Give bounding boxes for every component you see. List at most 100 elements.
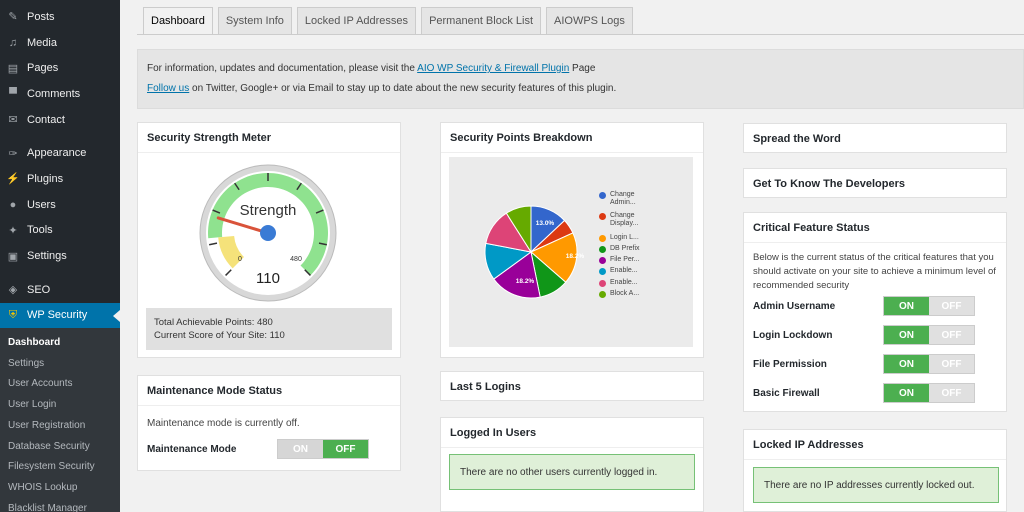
critical-row-file-permission: File Permission ON OFF xyxy=(753,354,993,374)
submenu-database-security[interactable]: Database Security xyxy=(0,436,120,457)
feature-label: Login Lockdown xyxy=(753,329,833,341)
submenu-blacklist-manager[interactable]: Blacklist Manager xyxy=(0,498,120,512)
submenu-dashboard[interactable]: Dashboard xyxy=(0,332,120,353)
tab-permanent-block-list[interactable]: Permanent Block List xyxy=(421,7,541,34)
wp-security-submenu: Dashboard Settings User Accounts User Lo… xyxy=(0,328,120,512)
toggle-off[interactable]: OFF xyxy=(929,297,974,315)
legend-item: DB Prefix xyxy=(599,245,689,255)
tab-system-info[interactable]: System Info xyxy=(217,7,292,34)
pie-chart-area: 13.0% 18.2% 18.2% Change Admin... Change Disp… xyxy=(449,157,693,347)
toggle-off[interactable]: OFF xyxy=(323,440,368,458)
submenu-settings[interactable]: Settings xyxy=(0,353,120,374)
login-lockdown-toggle[interactable]: ON OFF xyxy=(883,325,975,345)
strength-meter-panel: Security Strength Meter Strength 0 480 1… xyxy=(137,122,401,358)
submenu-whois-lookup[interactable]: WHOIS Lookup xyxy=(0,477,120,498)
legend-label: Change Display... xyxy=(610,212,639,228)
toggle-off[interactable]: OFF xyxy=(929,355,974,373)
toggle-on[interactable]: ON xyxy=(278,440,323,458)
feature-label: Basic Firewall xyxy=(753,387,820,399)
legend-label: Enable... xyxy=(610,278,638,286)
legend-swatch xyxy=(599,213,606,221)
toggle-off[interactable]: OFF xyxy=(929,384,974,402)
menu-comments[interactable]: ▀ Comments xyxy=(0,81,120,107)
legend-label: File Per... xyxy=(610,256,640,264)
menu-users[interactable]: ● Users xyxy=(0,192,120,218)
legend-label: Block A... xyxy=(610,290,640,298)
legend-label: Change Admin... xyxy=(610,191,636,206)
tab-aiowps-logs[interactable]: AIOWPS Logs xyxy=(546,7,633,34)
menu-appearance[interactable]: ✑ Appearance xyxy=(0,140,120,166)
maintenance-row: Maintenance Mode ON OFF xyxy=(147,439,387,459)
developers-panel: Get To Know The Developers xyxy=(743,168,1007,198)
pie-slice-label: 13.0% xyxy=(536,220,555,227)
submenu-user-accounts[interactable]: User Accounts xyxy=(0,374,120,395)
toggle-on[interactable]: ON xyxy=(884,355,929,373)
shield-icon: ⛨ xyxy=(8,308,18,321)
menu-wp-security[interactable]: ⛨ WP Security xyxy=(0,302,120,329)
menu-label: Tools xyxy=(27,224,53,237)
maintenance-toggle[interactable]: ON OFF xyxy=(277,439,369,459)
panel-title: Maintenance Mode Status xyxy=(138,376,400,406)
menu-plugins[interactable]: ⚡ Plugins xyxy=(0,166,120,192)
panel-title: Spread the Word xyxy=(753,133,841,145)
gauge-max: 480 xyxy=(290,256,302,263)
logged-in-notice: There are no other users currently logge… xyxy=(449,454,695,490)
menu-settings[interactable]: ▣ Settings xyxy=(0,243,120,269)
submenu-filesystem-security[interactable]: Filesystem Security xyxy=(0,456,120,477)
tab-locked-ip-addresses[interactable]: Locked IP Addresses xyxy=(296,7,417,34)
admin-sidebar: ✎ Posts ♫ Media ▤ Pages ▀ Comments ✉ Contact … xyxy=(0,0,120,512)
panel-title: Locked IP Addresses xyxy=(744,430,1006,460)
total-points: Total Achievable Points: 480 xyxy=(154,317,273,328)
plug-icon: ⚡ xyxy=(6,173,20,186)
toggle-on[interactable]: ON xyxy=(884,384,929,402)
legend-swatch xyxy=(599,192,606,199)
mail-icon: ✉ xyxy=(8,114,18,127)
current-score: Current Score of Your Site: 110 xyxy=(154,330,285,341)
toggle-on[interactable]: ON xyxy=(884,297,929,315)
legend-label: Enable... xyxy=(610,267,638,275)
menu-seo[interactable]: ◈ SEO xyxy=(0,277,120,303)
pin-icon: ✎ xyxy=(8,11,18,24)
locked-ip-panel: Locked IP Addresses There are no IP addr… xyxy=(743,429,1007,512)
legend-item: Change Display... xyxy=(599,212,689,232)
gauge-value: 110 xyxy=(256,270,280,287)
file-permission-toggle[interactable]: ON OFF xyxy=(883,354,975,374)
toggle-off[interactable]: OFF xyxy=(929,326,974,344)
maintenance-status-text: Maintenance mode is currently off. xyxy=(147,418,300,429)
submenu-user-registration[interactable]: User Registration xyxy=(0,415,120,436)
admin-username-toggle[interactable]: ON OFF xyxy=(883,296,975,316)
menu-label: WP Security xyxy=(27,309,88,322)
menu-tools[interactable]: ✦ Tools xyxy=(0,218,120,244)
gauge-label: Strength xyxy=(240,202,297,219)
legend-swatch xyxy=(599,291,606,299)
maintenance-label: Maintenance Mode xyxy=(147,443,237,455)
maintenance-panel: Maintenance Mode Status Maintenance mode… xyxy=(137,375,401,471)
menu-contact[interactable]: ✉ Contact xyxy=(0,107,120,133)
submenu-user-login[interactable]: User Login xyxy=(0,394,120,415)
follow-us-link[interactable]: Follow us xyxy=(147,83,189,94)
basic-firewall-toggle[interactable]: ON OFF xyxy=(883,383,975,403)
panel-title: Get To Know The Developers xyxy=(753,178,905,190)
tab-dashboard[interactable]: Dashboard xyxy=(143,7,213,34)
legend-item: Block A... xyxy=(599,290,689,300)
locked-ip-notice: There are no IP addresses currently lock… xyxy=(753,467,999,503)
panel-title: Security Strength Meter xyxy=(138,123,400,153)
legend-item: Login L... xyxy=(599,234,689,244)
toggle-on[interactable]: ON xyxy=(884,326,929,344)
plugin-page-link[interactable]: AIO WP Security & Firewall Plugin xyxy=(417,63,569,74)
wrench-icon: ✦ xyxy=(8,224,18,237)
menu-label: Contact xyxy=(27,113,65,126)
menu-posts[interactable]: ✎ Posts xyxy=(0,4,120,30)
pages-icon: ▤ xyxy=(7,62,19,75)
critical-feature-panel: Critical Feature Status Below is the cur… xyxy=(743,212,1007,412)
info-text: For information, updates and documentati… xyxy=(147,63,418,74)
legend-item: Enable... xyxy=(599,267,689,277)
pie-legend: Change Admin... Change Display... Login L...… xyxy=(599,191,689,301)
menu-media[interactable]: ♫ Media xyxy=(0,30,120,56)
nav-tabs: Dashboard System Info Locked IP Addresse… xyxy=(143,7,638,34)
menu-label: SEO xyxy=(27,283,51,296)
legend-swatch xyxy=(599,257,606,265)
menu-pages[interactable]: ▤ Pages xyxy=(0,55,120,81)
menu-label: Appearance xyxy=(27,147,87,160)
pie-chart: 13.0% 18.2% 18.2% xyxy=(484,205,584,299)
